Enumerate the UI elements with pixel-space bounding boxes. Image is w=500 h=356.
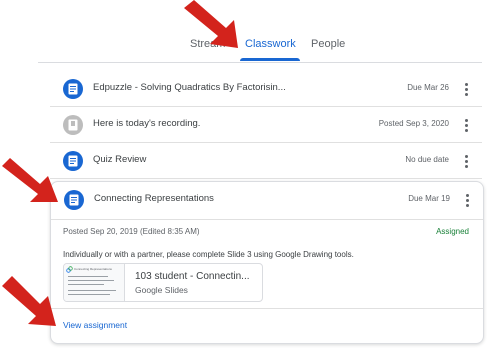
- more-options-icon[interactable]: [463, 117, 469, 133]
- more-options-icon[interactable]: [464, 192, 470, 208]
- posted-date: Posted Sep 20, 2019 (Edited 8:35 AM): [63, 227, 200, 236]
- annotation-arrow-icon: [2, 276, 56, 326]
- assignment-due-date: Due Mar 19: [408, 194, 450, 203]
- item-date: Posted Sep 3, 2020: [378, 119, 449, 128]
- item-title: Quiz Review: [93, 154, 147, 165]
- assignment-icon: [64, 190, 84, 210]
- classwork-item-quiz-review[interactable]: Quiz Review No due date: [50, 143, 482, 179]
- card-footer-divider: [51, 308, 483, 309]
- item-title: Edpuzzle - Solving Quadratics By Factori…: [93, 82, 286, 93]
- annotation-arrow-icon: [2, 158, 58, 202]
- item-date: Due Mar 26: [407, 83, 449, 92]
- link-icon: [66, 266, 73, 273]
- more-options-icon[interactable]: [463, 153, 469, 169]
- active-tab-indicator: [240, 58, 300, 61]
- classwork-item-recording[interactable]: Here is today's recording. Posted Sep 3,…: [50, 107, 482, 143]
- attachment-type: Google Slides: [135, 285, 188, 295]
- attachment-card[interactable]: Connecting Representations 103 student -…: [63, 263, 263, 302]
- annotation-arrow-icon: [184, 0, 238, 48]
- classwork-item-edpuzzle[interactable]: Edpuzzle - Solving Quadratics By Factori…: [50, 71, 482, 107]
- assignment-title: Connecting Representations: [94, 193, 214, 204]
- expanded-assignment-card: Connecting Representations Due Mar 19 Po…: [50, 181, 484, 344]
- tabs-divider: [38, 62, 482, 63]
- assignment-header-row: Connecting Representations Due Mar 19: [51, 182, 483, 217]
- tab-people[interactable]: People: [311, 38, 345, 50]
- attachment-thumbnail: Connecting Representations: [64, 264, 125, 301]
- assignment-icon: [63, 151, 83, 171]
- assignment-icon: [63, 79, 83, 99]
- item-title: Here is today's recording.: [93, 118, 201, 129]
- attachment-title: 103 student - Connectin...: [135, 271, 250, 282]
- assignment-header[interactable]: Connecting Representations Due Mar 19: [51, 182, 483, 220]
- material-icon: [63, 115, 83, 135]
- more-options-icon[interactable]: [463, 81, 469, 97]
- status-badge: Assigned: [436, 227, 469, 236]
- thumbnail-title: Connecting Representations: [74, 267, 112, 271]
- view-assignment-link[interactable]: View assignment: [63, 320, 127, 330]
- assignment-instructions: Individually or with a partner, please c…: [63, 250, 354, 259]
- item-date: No due date: [405, 155, 449, 164]
